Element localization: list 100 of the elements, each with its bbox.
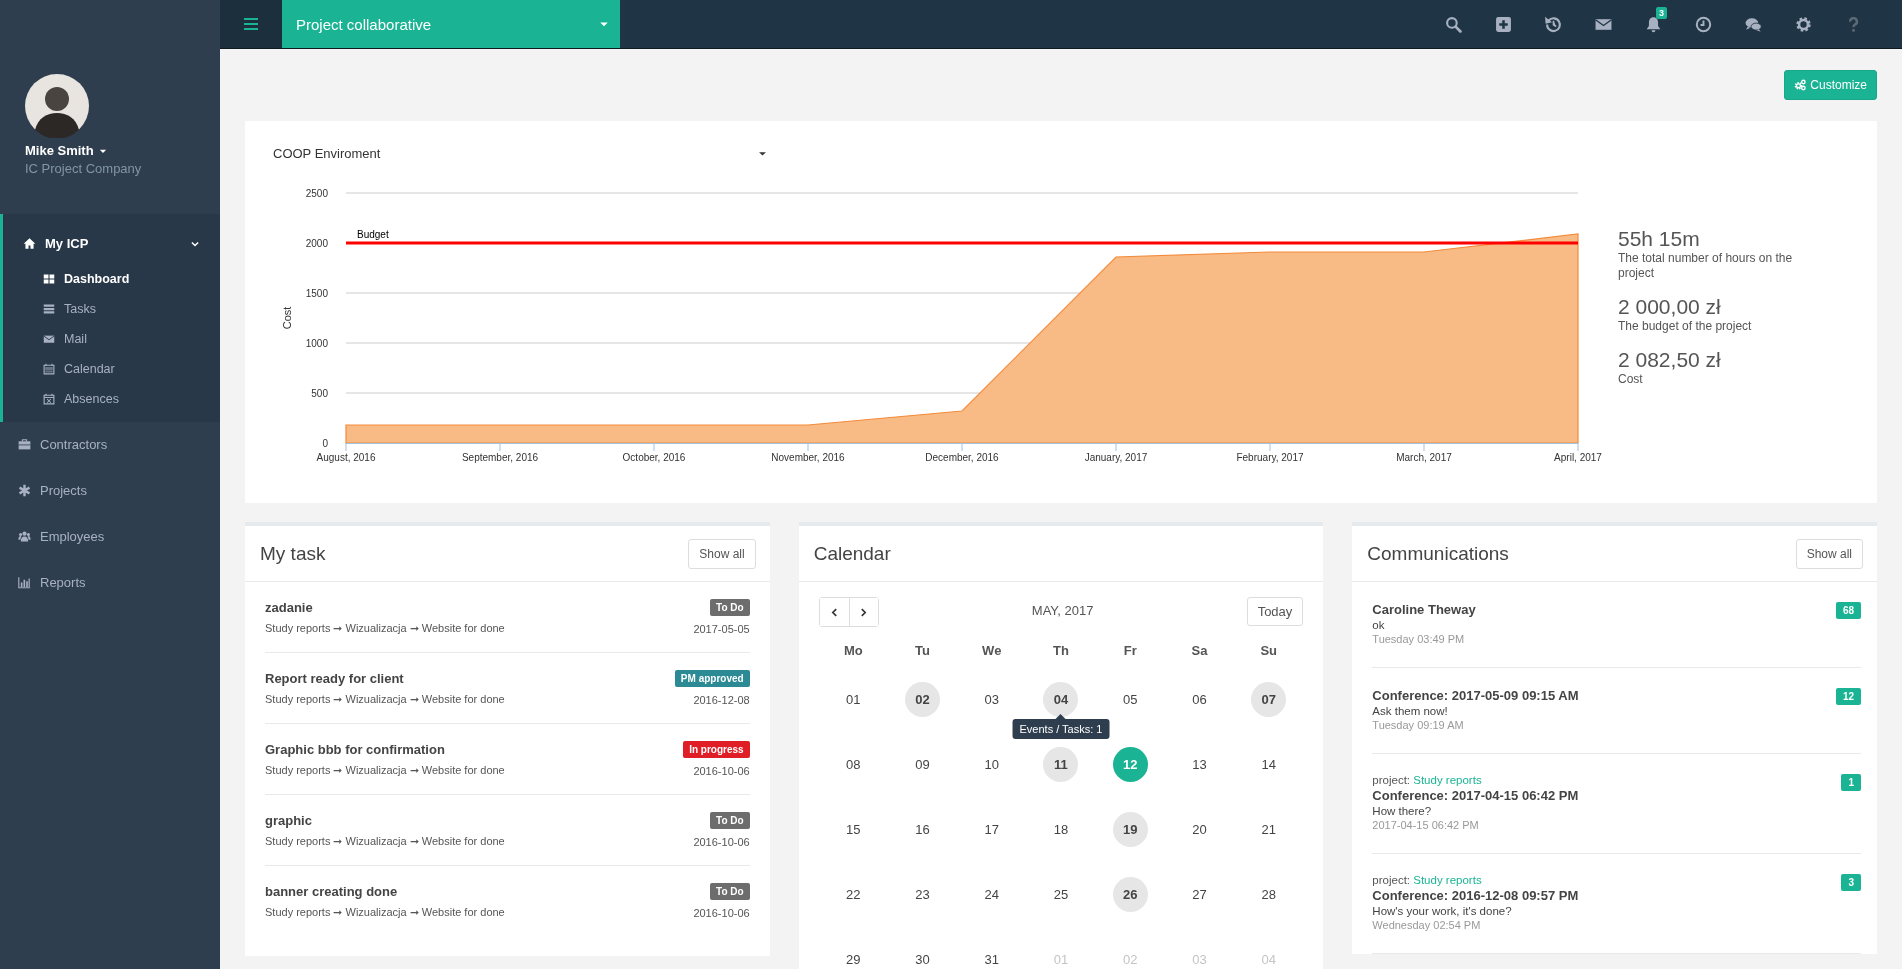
task-title[interactable]: graphic [265,813,694,828]
nav-item[interactable]: Reports [0,560,220,606]
count-badge: 68 [1835,602,1861,619]
calendar-day[interactable]: 04 [1043,682,1079,717]
calendar-day[interactable]: 31 [974,942,1010,969]
calendar-day[interactable]: 22 [835,877,871,912]
calendar-day[interactable]: 24 [974,877,1010,912]
calendar-day[interactable]: 11 [1043,747,1079,782]
project-label: project: [1372,774,1411,786]
weekday-label: Su [1259,643,1278,660]
task-path: Study reports ➞ Wizualizacja ➞ Website for done [265,906,506,919]
nav-subitem[interactable]: Mail [3,324,220,354]
add-icon[interactable] [1495,15,1512,33]
stat-value: 55h 15m [1618,227,1701,251]
nav-item[interactable]: Employees [0,514,220,560]
calendar-day[interactable]: 23 [905,877,940,912]
home-icon [23,237,36,250]
calendar-day[interactable]: 25 [1043,877,1079,912]
nav-subitem[interactable]: Absences [3,384,220,414]
chat-icon[interactable] [1745,15,1762,33]
calendar-day[interactable]: 17 [974,812,1010,847]
calendar-day[interactable]: 08 [835,747,871,782]
panel-title: Communications [1367,542,1509,565]
today-button[interactable]: Today [1246,597,1304,626]
task-path: Study reports ➞ Wizualizacja ➞ Website for done [265,693,506,706]
calendar-day[interactable]: 29 [835,942,871,969]
calendar-day[interactable]: 13 [1181,747,1217,782]
task-title[interactable]: Graphic bbb for confirmation [265,742,684,757]
message-time: 2017-04-15 06:42 PM [1372,819,1480,831]
calendar-day[interactable]: 06 [1181,682,1217,717]
nav-item[interactable]: Contractors [0,422,220,468]
nav-subitem[interactable]: Dashboard [3,264,220,294]
stat-label: Cost [1618,372,1644,387]
task-title[interactable]: Report ready for client [265,671,675,686]
task-title[interactable]: banner creating done [265,884,694,899]
nav-subitem[interactable]: Calendar [3,354,220,384]
menu-button[interactable] [220,0,282,48]
task-date: 2016-10-06 [693,835,750,848]
asterisk-icon [18,484,31,497]
axis-label: 2500 [305,188,328,199]
axis-label: 0 [322,438,328,449]
message-title[interactable]: Conference: 2017-04-15 06:42 PM [1372,788,1842,803]
axis-label: 2000 [305,238,328,249]
search-icon[interactable] [1445,15,1462,33]
settings-icon[interactable] [1795,15,1812,33]
calendar-day[interactable]: 27 [1181,877,1217,912]
weekday-label: Sa [1190,643,1209,660]
nav-item[interactable]: My ICP [3,224,220,264]
calendar-day[interactable]: 16 [905,812,940,847]
user-name[interactable]: Mike Smith [25,143,94,158]
calendar-day[interactable]: 20 [1181,812,1217,847]
task-date: 2016-10-06 [693,906,750,919]
budget-label: Budget [357,229,389,240]
message-text: Ask them now! [1372,705,1449,717]
calendar-day[interactable]: 01 [835,682,871,717]
calendar-day[interactable]: 09 [905,747,940,782]
calendar-day[interactable]: 02 [905,682,940,717]
company-name: IC Project Company [25,161,143,176]
calendar-day[interactable]: 05 [1112,682,1148,717]
calendar-day[interactable]: 15 [835,812,871,847]
show-all-button[interactable]: Show all [688,538,756,569]
status-badge: In progress [683,741,750,758]
calendar-day[interactable]: 03 [974,682,1010,717]
calendar-day[interactable]: 07 [1251,682,1287,717]
calendar-day[interactable]: 21 [1251,812,1287,847]
nav-subitem[interactable]: Tasks [3,294,220,324]
bar-chart-icon [18,576,31,589]
nav-item[interactable]: Projects [0,468,220,514]
status-badge: To Do [710,812,750,829]
message-title[interactable]: Conference: 2016-12-08 09:57 PM [1372,888,1842,903]
calendar-icon [43,393,55,405]
environment-dropdown[interactable]: COOP Enviroment [273,143,768,164]
task-date: 2016-12-08 [693,693,750,706]
stat-label: The total number of hours on the project [1618,251,1794,281]
count-badge: 3 [1841,874,1861,891]
bell-icon[interactable] [1645,15,1662,33]
task-path: Study reports ➞ Wizualizacja ➞ Website for done [265,622,506,635]
count-badge: 12 [1835,688,1861,705]
calendar-day[interactable]: 14 [1251,747,1287,782]
history-icon[interactable] [1545,15,1562,33]
calendar-day[interactable]: 28 [1251,877,1287,912]
gears-icon [1794,79,1807,91]
task-title[interactable]: zadanie [265,600,694,615]
task-path: Study reports ➞ Wizualizacja ➞ Website for done [265,835,506,848]
calendar-day[interactable]: 19 [1112,812,1148,847]
message-text: How there? [1372,805,1433,817]
message-title[interactable]: Conference: 2017-05-09 09:15 AM [1372,688,1836,703]
axis-label: February, 2017 [1236,452,1304,463]
calendar-day[interactable]: 10 [974,747,1010,782]
menu-icon [244,18,258,30]
message-title[interactable]: Caroline Theway [1372,602,1836,617]
calendar-day[interactable]: 26 [1112,877,1148,912]
tooltip: Events / Tasks: 1 [1012,714,1110,739]
axis-label: September, 2016 [461,452,539,463]
show-all-button[interactable]: Show all [1795,538,1863,569]
axis-label: March, 2017 [1396,452,1452,463]
calendar-day[interactable]: 18 [1043,812,1079,847]
axis-title: Cost [281,306,293,330]
clock-icon[interactable] [1695,15,1712,33]
calendar-day[interactable]: 30 [905,942,940,969]
